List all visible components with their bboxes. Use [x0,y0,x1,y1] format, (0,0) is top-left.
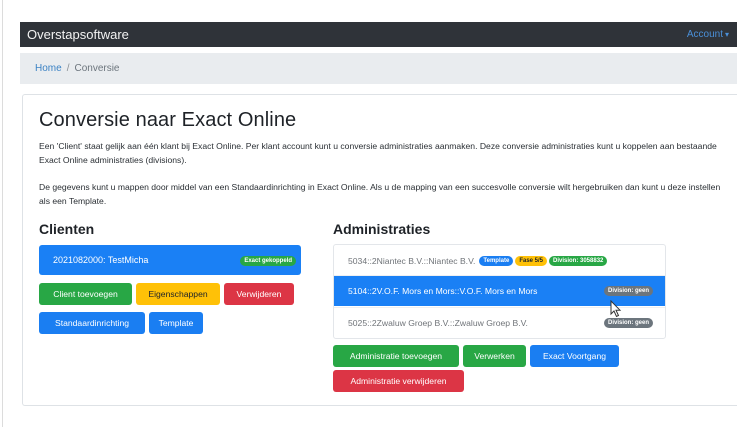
template-button[interactable]: Template [149,312,203,334]
administration-label: 5034::2Niantec B.V.::Niantec B.V. [348,255,476,266]
division-badge: Division: geen [603,318,653,328]
intro-paragraph: Een 'Client' staat gelijk aan één klant … [39,141,717,165]
app-brand[interactable]: Overstapsoftware [27,27,129,42]
badge-group: Division: geen [603,286,653,296]
delete-client-button[interactable]: Verwijderen [224,283,294,305]
navbar: Overstapsoftware Account ▾ [20,22,737,47]
administration-label: 5025::2Zwaluw Groep B.V.::Zwaluw Groep B… [348,317,528,328]
mouse-pointer-icon [610,300,622,318]
client-list-item[interactable]: 2021082000: TestMicha Exact gekoppeld [39,245,301,275]
administration-label: 5104::2V.O.F. Mors en Mors::V.O.F. Mors … [348,286,538,296]
administration-list: 5034::2Niantec B.V.::Niantec B.V. Templa… [333,244,666,339]
badge-group: Division: geen [603,318,653,328]
administration-list-item[interactable]: 5034::2Niantec B.V.::Niantec B.V. Templa… [334,246,665,276]
standard-setup-button[interactable]: Standaardinrichting [39,312,145,334]
clients-heading: Clienten [39,221,95,237]
caret-down-icon: ▾ [724,30,729,39]
administrations-heading: Administraties [333,221,431,237]
add-administration-button[interactable]: Administratie toevoegen [333,345,459,367]
breadcrumb: Home / Conversie [20,53,737,84]
client-label: 2021082000: TestMicha [53,255,149,265]
phase-badge: Fase 5/5 [515,255,547,266]
status-badge: Exact gekoppeld [240,256,296,266]
breadcrumb-separator: / [66,63,70,74]
division-badge: Division: geen [603,286,653,296]
breadcrumb-current: Conversie [74,63,120,74]
add-client-button[interactable]: Client toevoegen [39,283,132,305]
breadcrumb-home[interactable]: Home [35,63,62,74]
division-badge: Division: 3058832 [549,255,608,266]
page-title: Conversie naar Exact Online [39,109,297,131]
account-menu[interactable]: Account ▾ [687,29,729,40]
delete-administration-button[interactable]: Administratie verwijderen [333,370,464,392]
template-badge: Template [479,255,514,266]
process-button[interactable]: Verwerken [463,345,526,367]
properties-button[interactable]: Eigenschappen [136,283,220,305]
mapping-paragraph: De gegevens kunt u mappen door middel va… [39,182,721,206]
exact-progress-button[interactable]: Exact Voortgang [530,345,619,367]
account-label[interactable]: Account [687,29,723,40]
badge-group: Template Fase 5/5 Division: 3058832 [479,255,608,266]
